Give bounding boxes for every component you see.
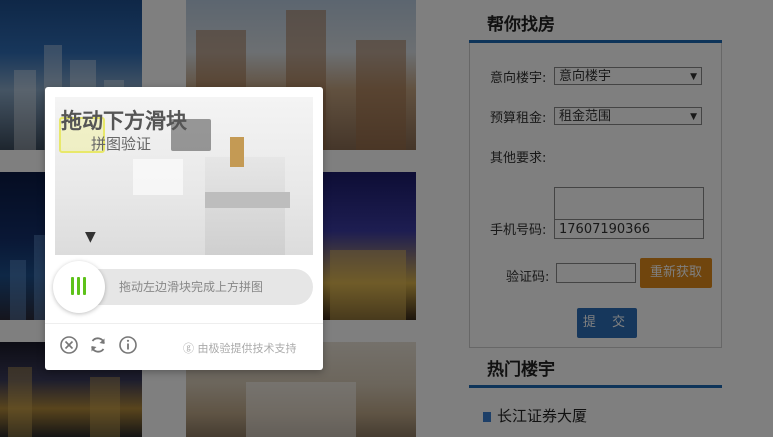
submit-button[interactable]: 提 交: [577, 308, 637, 338]
slider-knob[interactable]: [53, 261, 105, 313]
find-house-title: 帮你找房: [487, 15, 555, 35]
puzzle-background-shape: [133, 159, 183, 195]
refresh-icon[interactable]: [88, 335, 108, 355]
building-select-value: 意向楼宇: [559, 69, 612, 84]
captcha-divider: [45, 323, 323, 324]
verification-code-input[interactable]: [556, 263, 636, 283]
grip-icon: [71, 277, 89, 297]
resend-code-button[interactable]: 重新获取: [640, 258, 712, 288]
captcha-credit[interactable]: ⓖ 由极验提供技术支持: [183, 340, 297, 356]
find-house-header: 帮你找房: [469, 0, 722, 43]
hot-building-item-label: 长江证券大厦: [497, 407, 588, 425]
captcha-hint-title: 拖动下方滑块: [61, 109, 187, 133]
find-house-panel: 帮你找房 意向楼宇: 意向楼宇 ▼ 预算租金: 租金范围 ▼ 其他要求: 手机号…: [469, 0, 722, 425]
phone-input[interactable]: 17607190366: [554, 219, 704, 239]
other-requirements-label: 其他要求:: [490, 151, 547, 166]
puzzle-building-beam: [205, 192, 290, 208]
hot-buildings-header: 热门楼宇: [469, 345, 722, 388]
captcha-hint-subtitle: 拼图验证: [91, 135, 152, 153]
hot-buildings-title: 热门楼宇: [487, 360, 555, 380]
slider-captcha-dialog: 拖动下方滑块 拼图验证 ▼ 拖动左边滑块完成上方拼图 ⓖ 由极验提供技术支持: [45, 87, 323, 370]
captcha-credit-label: 由极验提供技术支持: [197, 342, 297, 355]
building-select[interactable]: 意向楼宇 ▼: [554, 67, 702, 85]
building-label: 意向楼宇:: [490, 71, 547, 86]
dropdown-arrow-icon: ▼: [690, 112, 697, 122]
budget-select-value: 租金范围: [559, 109, 612, 124]
budget-select[interactable]: 租金范围 ▼: [554, 107, 702, 125]
phone-label: 手机号码:: [490, 223, 547, 238]
find-house-form: 意向楼宇: 意向楼宇 ▼ 预算租金: 租金范围 ▼ 其他要求: 手机号码: 17…: [469, 43, 722, 348]
verification-code-label: 验证码:: [506, 270, 550, 285]
budget-label: 预算租金:: [490, 111, 547, 126]
document-icon: [483, 411, 491, 422]
puzzle-building-crane: [230, 137, 244, 167]
dropdown-arrow-icon: ▼: [690, 72, 697, 82]
down-arrow-icon: ▼: [85, 229, 96, 245]
geetest-logo-icon: ⓖ: [183, 342, 198, 355]
captcha-puzzle-image: 拖动下方滑块 拼图验证 ▼: [55, 97, 313, 255]
info-icon[interactable]: [118, 335, 138, 355]
hot-building-item[interactable]: 长江证券大厦: [483, 405, 587, 426]
building-photo-4[interactable]: [320, 172, 416, 320]
slider-instruction: 拖动左边滑块完成上方拼图: [119, 280, 264, 294]
close-icon[interactable]: [59, 335, 79, 355]
